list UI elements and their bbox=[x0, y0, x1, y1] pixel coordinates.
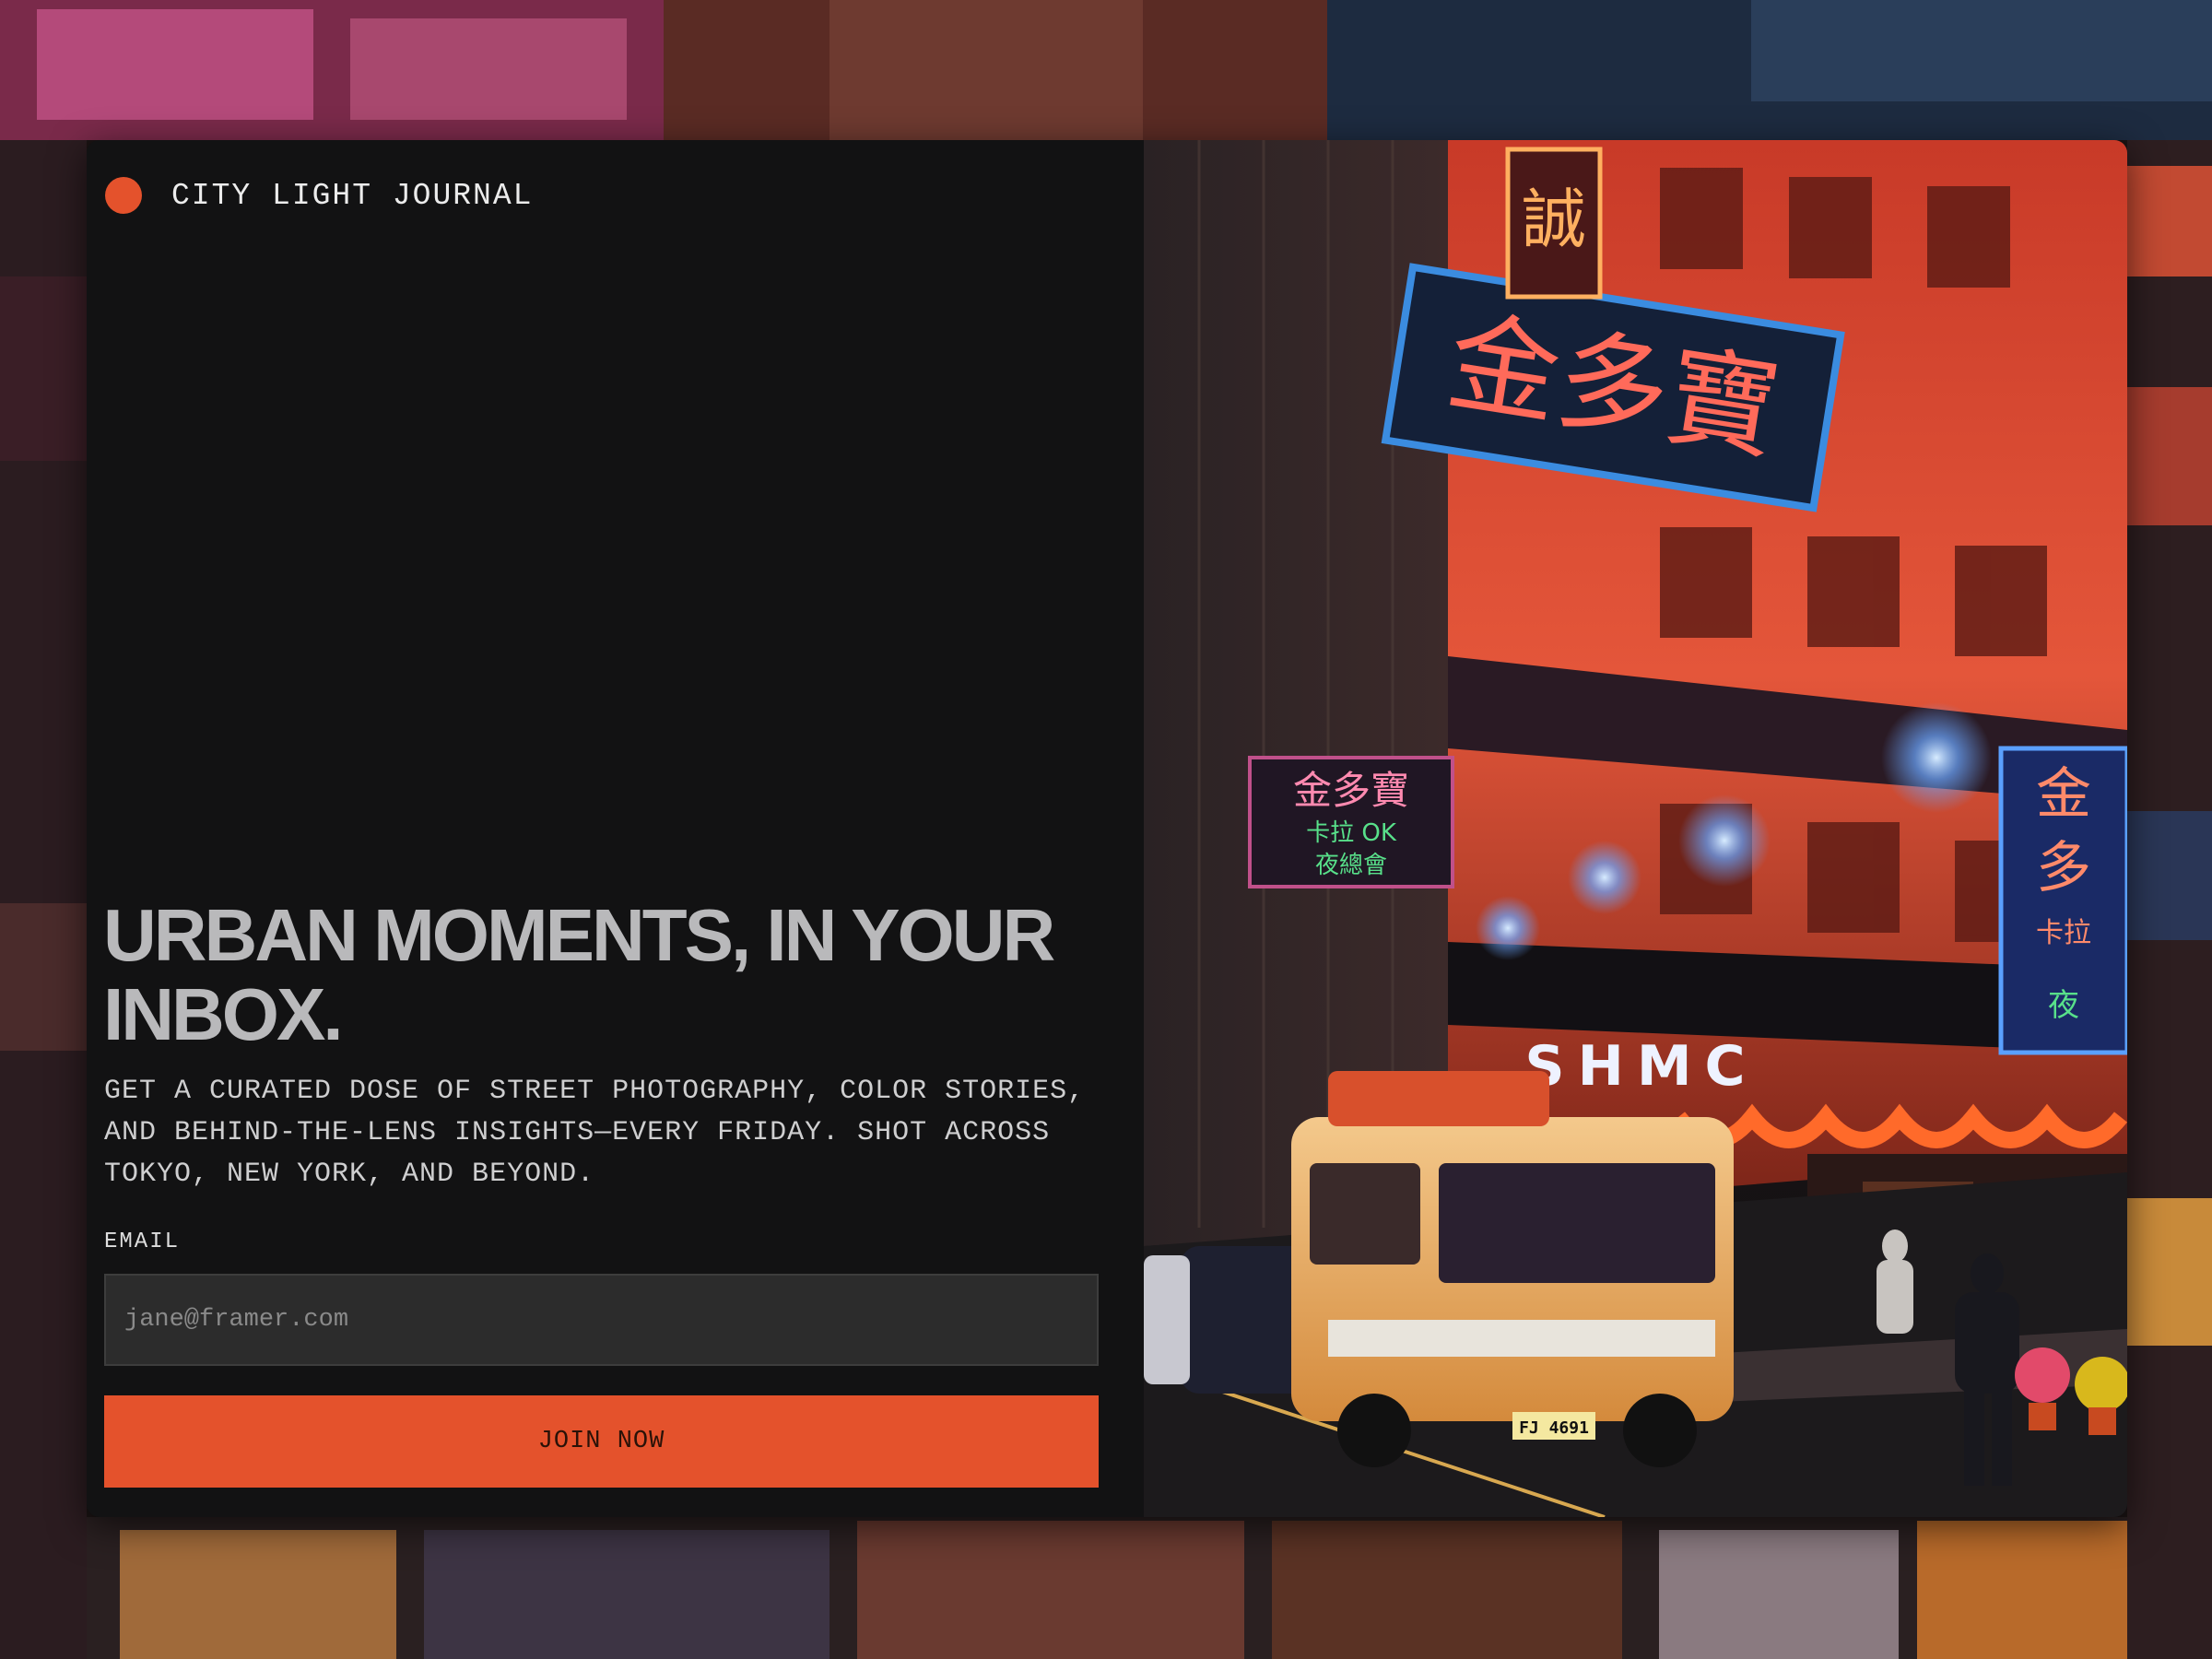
page-title: URBAN MOMENTS, IN YOUR INBOX. bbox=[103, 894, 1055, 1055]
brand-dot-icon bbox=[105, 177, 142, 214]
neon-sign-small-mid: 卡拉 OK bbox=[1306, 819, 1397, 847]
neon-sign-right-2: 多 bbox=[2036, 836, 2091, 900]
email-label: EMAIL bbox=[104, 1230, 181, 1254]
join-now-button[interactable]: JOIN NOW bbox=[104, 1395, 1099, 1488]
neon-sign-small-bot: 夜總會 bbox=[1315, 852, 1387, 879]
neon-sign-small-top: 金多寶 bbox=[1293, 768, 1409, 813]
neon-sign-right-1: 金 bbox=[2036, 762, 2091, 827]
hero-photo: 金多寶 誠 金多寶 卡拉 OK 夜總會 金 多 卡拉 夜 SHMC FJ 469… bbox=[1144, 140, 2127, 1517]
neon-sign-right-4: 夜 bbox=[2048, 987, 2079, 1024]
neon-sign-right-3: 卡拉 bbox=[2036, 917, 2091, 949]
license-plate: FJ 4691 bbox=[1519, 1418, 1589, 1438]
brand: CITY LIGHT JOURNAL bbox=[105, 177, 533, 214]
street-scene-illustration: 金多寶 誠 金多寶 卡拉 OK 夜總會 金 多 卡拉 夜 SHMC FJ 469… bbox=[1144, 140, 2127, 1517]
page-subtitle: GET A CURATED DOSE OF STREET PHOTOGRAPHY… bbox=[104, 1076, 1086, 1190]
brand-name: CITY LIGHT JOURNAL bbox=[171, 178, 534, 213]
neon-sign-top: 誠 bbox=[1522, 182, 1586, 257]
storefront-sign: SHMC bbox=[1524, 1034, 1758, 1099]
signup-panel: CITY LIGHT JOURNAL URBAN MOMENTS, IN YOU… bbox=[87, 140, 1144, 1517]
signup-card: CITY LIGHT JOURNAL URBAN MOMENTS, IN YOU… bbox=[87, 140, 2127, 1517]
email-field[interactable] bbox=[104, 1274, 1099, 1366]
minibus: FJ 4691 bbox=[1291, 1071, 1734, 1467]
